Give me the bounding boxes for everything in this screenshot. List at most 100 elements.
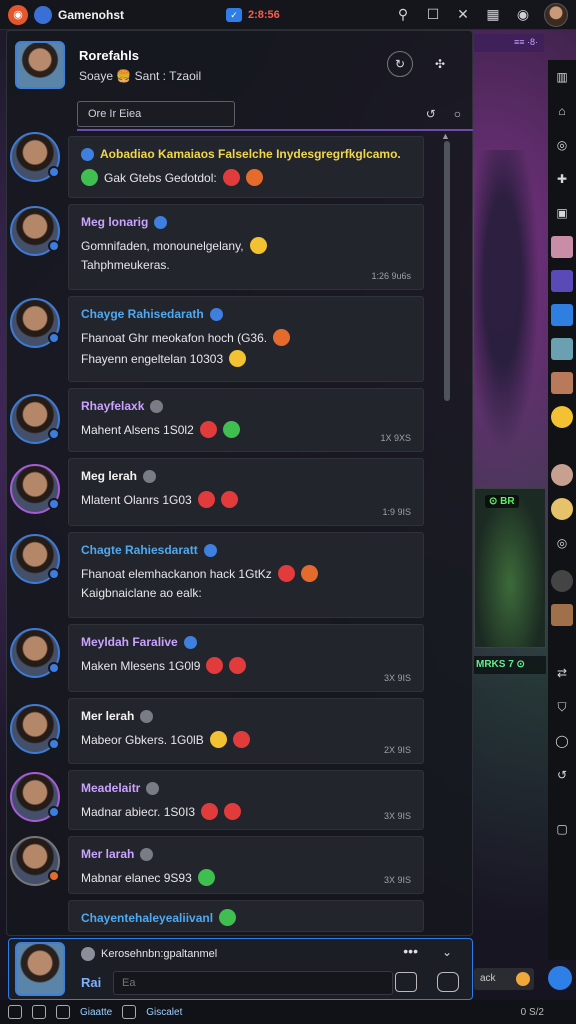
message-card[interactable]: Meg lerah Mlatent Olanrs 1G03 1:9 9IS bbox=[68, 458, 424, 526]
status-circle-icon[interactable]: ○ bbox=[454, 107, 461, 121]
grid-icon[interactable]: ▦ bbox=[478, 0, 508, 30]
attach-button[interactable] bbox=[395, 972, 417, 992]
emoji-icon bbox=[201, 803, 219, 820]
chat-header: Rorefahls Soaye 🍔 Sant : Tzaoil ↻ ✣ bbox=[15, 37, 465, 93]
expand-icon[interactable]: ✣ bbox=[427, 51, 453, 77]
status-dot bbox=[48, 240, 60, 252]
message-text: Mabnar elanec 9S93 bbox=[81, 869, 411, 886]
emoji-icon bbox=[300, 565, 318, 582]
message-card[interactable]: Aobadiao Kamaiaos Falselche Inydesgregrf… bbox=[68, 136, 424, 198]
avatar[interactable] bbox=[10, 704, 60, 754]
emoji-icon bbox=[232, 731, 250, 748]
message-text: Fhayenn engeltelan 10303 bbox=[81, 350, 411, 367]
emoji-icon bbox=[81, 169, 98, 186]
game-preview-thumbnail[interactable]: ⊙ BR bbox=[474, 488, 546, 648]
folder-icon[interactable]: ▢ bbox=[548, 812, 576, 846]
message-author: Mer larah bbox=[81, 847, 411, 861]
status-label-2[interactable]: Giscalet bbox=[146, 1007, 182, 1018]
friend-thumb-4[interactable] bbox=[551, 338, 573, 360]
circle-icon[interactable]: ◎ bbox=[548, 128, 576, 162]
users-icon[interactable] bbox=[56, 1005, 70, 1019]
message-card[interactable]: Meadelaitr Madnar abiecr. 1S0I3 3X 9IS bbox=[68, 770, 424, 830]
chevron-down-icon[interactable]: ⌄ bbox=[442, 945, 452, 959]
message-card[interactable]: Chayentehaleyealiivanl bbox=[68, 900, 424, 932]
avatar[interactable] bbox=[10, 836, 60, 886]
friend-thumb-3[interactable] bbox=[551, 304, 573, 326]
message-author: Meg lonarig bbox=[81, 215, 411, 229]
more-options-icon[interactable]: ••• bbox=[403, 943, 418, 959]
message-text: Gomnifaden, monounelgelany, bbox=[81, 237, 411, 254]
avatar[interactable] bbox=[10, 464, 60, 514]
message-card[interactable]: Rhayfelaxk Mahent Alsens 1S0l2 1X 9XS bbox=[68, 388, 424, 452]
status-counter: 0 S/2 bbox=[520, 1006, 544, 1018]
filter-input[interactable] bbox=[77, 101, 235, 127]
friend-thumb-1[interactable] bbox=[551, 236, 573, 258]
history-icon[interactable]: ↺ bbox=[548, 758, 576, 792]
message-input[interactable] bbox=[113, 971, 393, 995]
tag-icon[interactable]: ⌂ bbox=[548, 94, 576, 128]
square-icon[interactable]: ▣ bbox=[548, 196, 576, 230]
swap-icon[interactable]: ⇄ bbox=[548, 656, 576, 690]
settings-icon[interactable] bbox=[122, 1005, 137, 1019]
avatar[interactable] bbox=[10, 298, 60, 348]
channel-avatar[interactable] bbox=[15, 41, 65, 89]
power-icon[interactable]: ◯ bbox=[548, 724, 576, 758]
chat-icon[interactable] bbox=[32, 1005, 46, 1019]
avatar[interactable] bbox=[10, 394, 60, 444]
friend-avatar-2[interactable] bbox=[551, 498, 573, 520]
message-card[interactable]: Meg lonarig Gomnifaden, monounelgelany, … bbox=[68, 204, 424, 290]
emoji-icon bbox=[273, 329, 291, 346]
refresh-icon[interactable]: ↻ bbox=[387, 51, 413, 77]
scrollbar[interactable] bbox=[444, 141, 450, 401]
friend-thumb-6[interactable] bbox=[551, 604, 573, 626]
avatar[interactable] bbox=[10, 206, 60, 256]
friend-avatar-1[interactable] bbox=[551, 464, 573, 486]
close-button[interactable]: ✕ bbox=[448, 0, 478, 30]
app-title: Gamenohst bbox=[58, 7, 125, 22]
message-card[interactable]: Mer lerah Mabeor Gbkers. 1G0lB 2X 9IS bbox=[68, 698, 424, 764]
message-text: Gak Gtebs Gedotdol: bbox=[81, 169, 411, 186]
record-icon[interactable]: ◉ bbox=[508, 0, 538, 30]
message-author: Meg lerah bbox=[81, 469, 411, 483]
avatar[interactable] bbox=[10, 772, 60, 822]
friend-avatar-3[interactable] bbox=[551, 570, 573, 592]
message-author: Mer lerah bbox=[81, 709, 411, 723]
message-text: Fhanoat Ghr meokafon hoch (G36. bbox=[81, 329, 411, 346]
message-card[interactable]: Chayge Rahisedarath Fhanoat Ghr meokafon… bbox=[68, 296, 424, 382]
emoji-icon bbox=[229, 350, 247, 367]
message-text: Tahphmeukeras. bbox=[81, 258, 170, 272]
message-card[interactable]: Meyldah Faralive Maken Mlesens 1G0l9 3X … bbox=[68, 624, 424, 692]
avatar[interactable] bbox=[10, 628, 60, 678]
emoji-icon[interactable] bbox=[551, 406, 573, 428]
scroll-up-icon[interactable]: ▲ bbox=[441, 131, 450, 141]
emoji-icon bbox=[245, 169, 263, 186]
message-time: 1X 9XS bbox=[380, 433, 411, 443]
message-author: Aobadiao Kamaiaos Falselche Inydesgregrf… bbox=[81, 147, 411, 161]
target-icon[interactable]: ◎ bbox=[548, 526, 576, 560]
avatar[interactable] bbox=[10, 534, 60, 584]
search-icon[interactable]: ⚲ bbox=[388, 0, 418, 30]
message-author: Rhayfelaxk bbox=[81, 399, 411, 413]
message-card[interactable]: Mer larah Mabnar elanec 9S93 3X 9IS bbox=[68, 836, 424, 894]
reload-icon[interactable]: ↺ bbox=[426, 107, 436, 121]
send-button[interactable] bbox=[437, 972, 459, 992]
friend-thumb-5[interactable] bbox=[551, 372, 573, 394]
user-avatar[interactable] bbox=[544, 2, 568, 27]
menu-icon[interactable]: ▥ bbox=[548, 60, 576, 94]
composer-avatar[interactable] bbox=[15, 942, 65, 996]
status-label-1[interactable]: Giaatte bbox=[80, 1007, 112, 1018]
avatar[interactable] bbox=[10, 132, 60, 182]
window-titlebar: ◉ Gamenohst ✓ 2:8:56 ⚲ ☐ ✕ ▦ ◉ bbox=[0, 0, 576, 30]
shield-icon[interactable]: ⛉ bbox=[548, 690, 576, 724]
chat-title: Rorefahls bbox=[79, 47, 139, 63]
calendar-icon[interactable] bbox=[8, 1005, 22, 1019]
friend-thumb-2[interactable] bbox=[551, 270, 573, 292]
right-icon-rail: ▥ ⌂ ◎ ✚ ▣ ◎ ⇄ ⛉ ◯ ↺ ▢ bbox=[548, 60, 576, 960]
status-dot bbox=[48, 870, 60, 882]
message-text: Mahent Alsens 1S0l2 bbox=[81, 421, 411, 438]
gamepad-icon[interactable]: ✚ bbox=[548, 162, 576, 196]
message-card[interactable]: Chagte Rahiesdaratt Fhanoat elemhackanon… bbox=[68, 532, 424, 618]
rail-footer-icon[interactable] bbox=[548, 966, 572, 990]
message-author: Meyldah Faralive bbox=[81, 635, 411, 649]
maximize-button[interactable]: ☐ bbox=[418, 0, 448, 30]
